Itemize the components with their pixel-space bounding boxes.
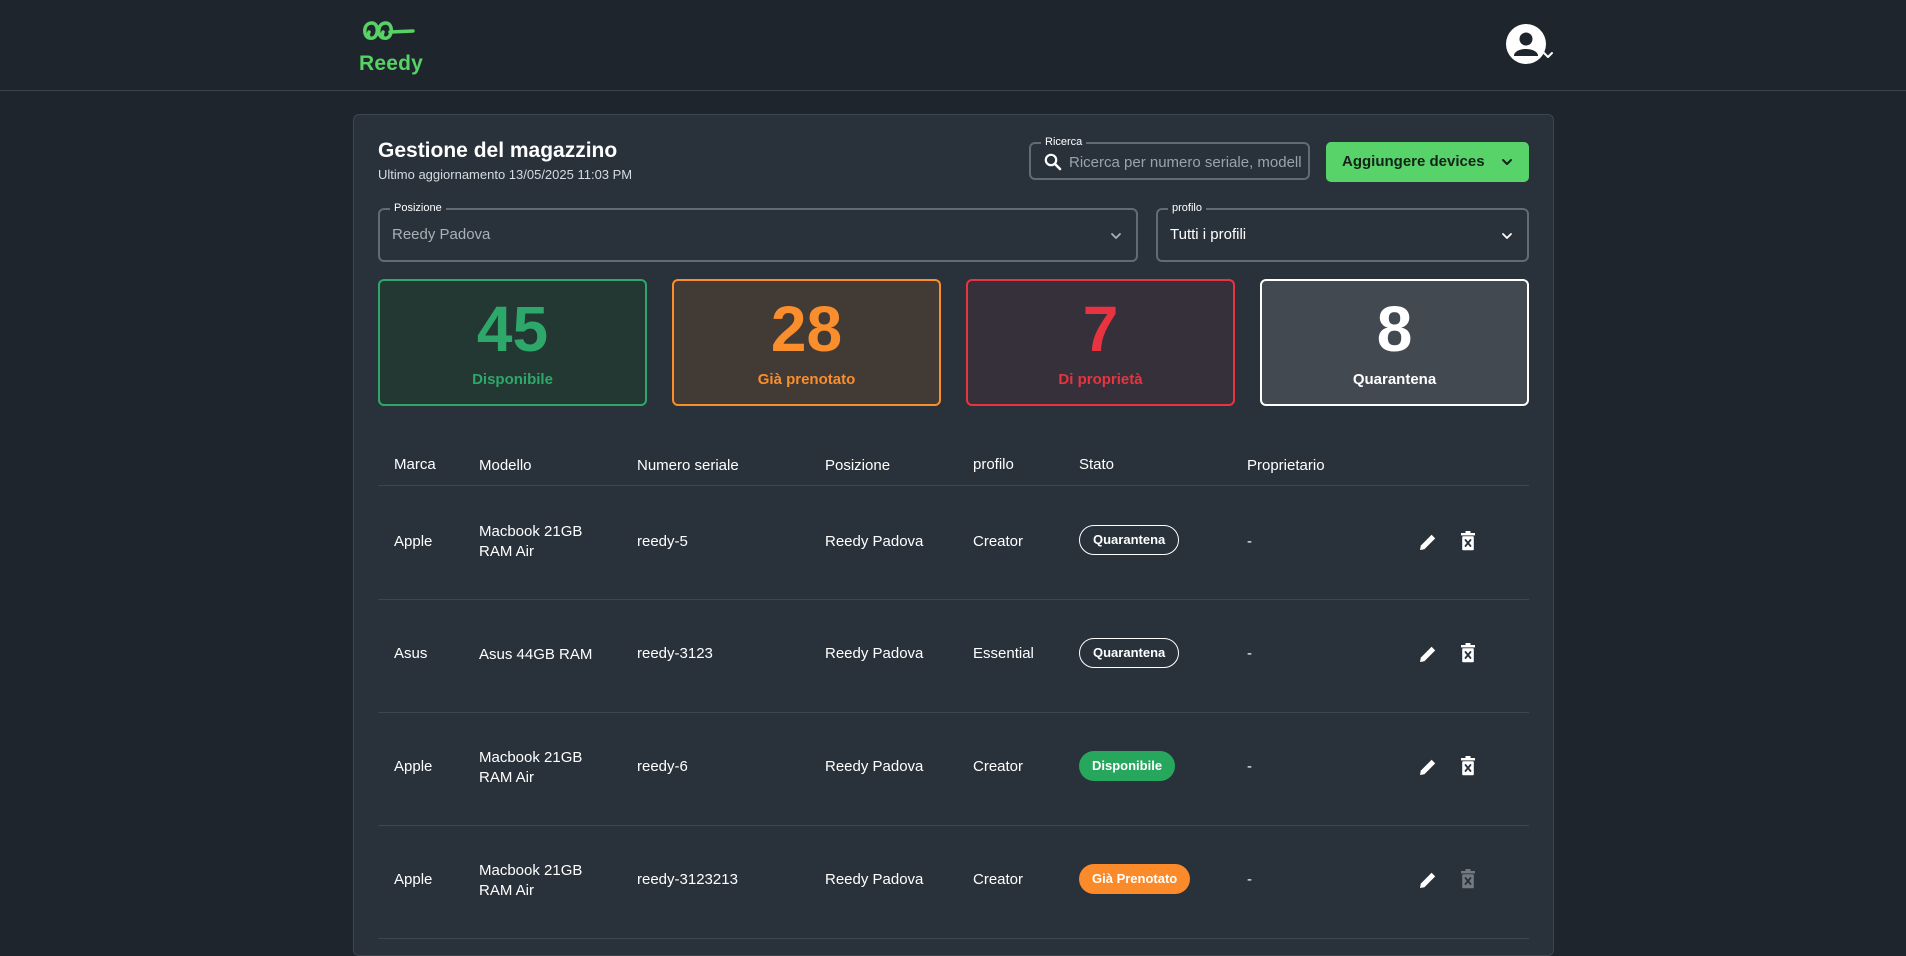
position-select[interactable]: Posizione Reedy Padova bbox=[378, 201, 1138, 262]
profile-cell: Creator bbox=[973, 871, 1024, 888]
column-header-profile[interactable]: profilo bbox=[973, 456, 1014, 473]
owner-cell: - bbox=[1247, 758, 1252, 775]
model-cell: Macbook 21GB RAM Air bbox=[479, 748, 582, 788]
column-header-model[interactable]: Modello bbox=[479, 457, 532, 474]
model-line: Asus 44GB RAM bbox=[479, 646, 593, 663]
column-header-serial[interactable]: Numero seriale bbox=[637, 457, 739, 474]
trash-icon[interactable] bbox=[1460, 531, 1476, 551]
profile-cell: Creator bbox=[973, 758, 1024, 775]
model-line: RAM Air bbox=[479, 882, 535, 899]
profile-select[interactable]: profilo Tutti i profili bbox=[1156, 201, 1529, 262]
add-devices-button[interactable]: Aggiungere devices bbox=[1326, 142, 1529, 182]
stat-label: Di proprietà bbox=[1058, 371, 1143, 388]
stat-card-owned[interactable]: 7 Di proprietà bbox=[966, 279, 1235, 406]
brand-name: Reedy bbox=[359, 52, 424, 75]
stat-card-quarantine[interactable]: 8 Quarantena bbox=[1260, 279, 1529, 406]
model-cell: Macbook 21GB RAM Air bbox=[479, 522, 582, 562]
trash-icon bbox=[1461, 869, 1475, 889]
serial-cell: reedy-5 bbox=[637, 533, 688, 550]
search-input[interactable] bbox=[1067, 148, 1303, 176]
position-cell: Reedy Padova bbox=[825, 758, 924, 775]
owner-cell: - bbox=[1247, 533, 1252, 550]
pencil-icon[interactable] bbox=[1418, 757, 1438, 777]
position-label: Posizione bbox=[390, 201, 446, 215]
status-badge: Quarantena bbox=[1079, 638, 1180, 668]
user-avatar-icon bbox=[1506, 24, 1553, 64]
stat-value: 45 bbox=[476, 293, 549, 365]
brand-cell: Apple bbox=[394, 871, 433, 888]
user-menu-button[interactable] bbox=[1506, 24, 1554, 68]
pencil-icon[interactable] bbox=[1418, 532, 1438, 552]
search-label: Ricerca bbox=[1041, 135, 1087, 149]
stat-label: Disponibile bbox=[472, 371, 553, 388]
model-cell: Asus 44GB RAM bbox=[479, 645, 592, 665]
status-badge: Disponibile bbox=[1079, 751, 1176, 781]
profile-value: Tutti i profili bbox=[1170, 226, 1247, 243]
position-cell: Reedy Padova bbox=[825, 645, 924, 662]
column-header-owner[interactable]: Proprietario bbox=[1247, 457, 1325, 474]
model-cell: Macbook 21GB RAM Air bbox=[479, 861, 582, 901]
position-value: Reedy Padova bbox=[392, 226, 491, 243]
table-row: Apple Macbook 21GB RAM Air reedy-6 Reedy… bbox=[378, 712, 1529, 826]
pencil-icon[interactable] bbox=[1418, 644, 1438, 664]
reedy-logo-icon bbox=[363, 21, 415, 40]
page-title: Gestione del magazzino bbox=[378, 139, 618, 162]
brand-cell: Apple bbox=[394, 533, 433, 550]
stat-card-available[interactable]: 45 Disponibile bbox=[378, 279, 647, 406]
owner-cell: - bbox=[1247, 871, 1252, 888]
reedy-logo[interactable]: Reedy bbox=[357, 18, 427, 78]
stat-value: 7 bbox=[1082, 293, 1119, 365]
model-line: Macbook 21GB bbox=[479, 749, 583, 766]
profile-cell: Creator bbox=[973, 533, 1024, 550]
trash-icon[interactable] bbox=[1460, 756, 1476, 776]
table-row: Apple Macbook 21GB RAM Air reedy-5 Reedy… bbox=[378, 486, 1529, 600]
search-icon bbox=[1044, 153, 1062, 171]
position-cell: Reedy Padova bbox=[825, 533, 924, 550]
model-line: Macbook 21GB bbox=[479, 862, 583, 879]
last-updated-text: Ultimo aggiornamento 13/05/2025 11:03 PM bbox=[378, 167, 633, 182]
pencil-icon[interactable] bbox=[1418, 870, 1438, 890]
model-line: RAM Air bbox=[479, 769, 535, 786]
serial-cell: reedy-3123 bbox=[637, 645, 713, 662]
status-badge: Già Prenotato bbox=[1079, 864, 1191, 894]
position-cell: Reedy Padova bbox=[825, 871, 924, 888]
serial-cell: reedy-3123213 bbox=[637, 871, 738, 888]
brand-cell: Apple bbox=[394, 758, 433, 775]
column-header-brand[interactable]: Marca bbox=[394, 456, 436, 473]
column-header-status[interactable]: Stato bbox=[1079, 456, 1114, 473]
stat-card-booked[interactable]: 28 Già prenotato bbox=[672, 279, 941, 406]
model-line: RAM Air bbox=[479, 543, 535, 560]
profile-cell: Essential bbox=[973, 645, 1034, 662]
search-field[interactable]: Ricerca bbox=[1029, 135, 1310, 180]
add-devices-label: Aggiungere devices bbox=[1342, 153, 1485, 170]
chevron-down-icon bbox=[1502, 233, 1512, 239]
column-header-position[interactable]: Posizione bbox=[825, 457, 890, 474]
table-header: Marca Modello Numero seriale Posizione p… bbox=[378, 435, 1529, 486]
stat-label: Quarantena bbox=[1352, 371, 1437, 388]
model-line: Macbook 21GB bbox=[479, 523, 583, 540]
top-bar: Reedy bbox=[0, 0, 1906, 91]
warehouse-panel: Gestione del magazzino Ultimo aggiorname… bbox=[353, 114, 1554, 956]
brand-cell: Asus bbox=[394, 645, 428, 662]
trash-icon[interactable] bbox=[1460, 643, 1476, 663]
chevron-down-icon bbox=[1111, 233, 1121, 239]
stat-label: Già prenotato bbox=[757, 371, 856, 388]
owner-cell: - bbox=[1247, 645, 1252, 662]
status-badge: Quarantena bbox=[1079, 525, 1180, 555]
profile-label: profilo bbox=[1168, 201, 1206, 215]
table-row: Apple Macbook 21GB RAM Air reedy-3123213… bbox=[378, 825, 1529, 939]
chevron-down-icon bbox=[1502, 159, 1512, 165]
stat-value: 8 bbox=[1376, 293, 1413, 365]
table-row: Asus Asus 44GB RAM reedy-3123 Reedy Pado… bbox=[378, 599, 1529, 713]
serial-cell: reedy-6 bbox=[637, 758, 688, 775]
stat-value: 28 bbox=[770, 293, 843, 365]
